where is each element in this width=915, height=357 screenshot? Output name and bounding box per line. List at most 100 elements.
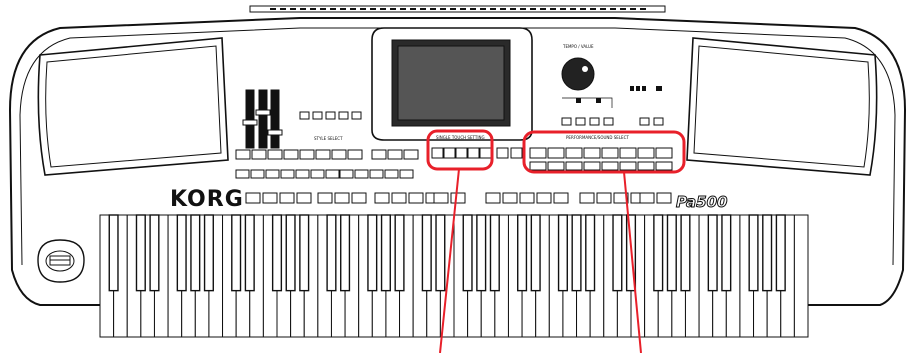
- black-key[interactable]: [557, 214, 568, 292]
- upper-small-button[interactable]: [603, 117, 614, 126]
- style-select-button[interactable]: [235, 149, 251, 160]
- style-select-button[interactable]: [399, 169, 414, 179]
- black-key[interactable]: [108, 214, 119, 292]
- performance-select-button[interactable]: [583, 147, 601, 159]
- style-select-button[interactable]: [267, 149, 283, 160]
- black-key[interactable]: [299, 214, 310, 292]
- upper-small-button[interactable]: [299, 111, 310, 120]
- black-key[interactable]: [517, 214, 528, 292]
- track-button[interactable]: [374, 192, 390, 204]
- black-key[interactable]: [231, 214, 242, 292]
- track-button[interactable]: [536, 192, 552, 204]
- style-select-button[interactable]: [331, 149, 347, 160]
- track-button[interactable]: [334, 192, 350, 204]
- style-select-button[interactable]: [283, 149, 299, 160]
- black-key[interactable]: [666, 214, 677, 292]
- black-key[interactable]: [530, 214, 541, 292]
- tempo-value-dial[interactable]: TEMPO / VALUE: [561, 44, 613, 108]
- black-key[interactable]: [680, 214, 691, 292]
- performance-select-button[interactable]: [637, 147, 655, 159]
- track-button[interactable]: [519, 192, 535, 204]
- upper-small-button[interactable]: [639, 117, 650, 126]
- style-select-button[interactable]: [315, 149, 331, 160]
- black-key[interactable]: [476, 214, 487, 292]
- utility-button[interactable]: [510, 147, 523, 159]
- style-select-button[interactable]: [295, 169, 310, 179]
- black-key[interactable]: [135, 214, 146, 292]
- style-select-button[interactable]: [310, 169, 325, 179]
- style-select-button[interactable]: [250, 169, 265, 179]
- track-button[interactable]: [596, 192, 612, 204]
- utility-button[interactable]: [496, 147, 509, 159]
- upper-small-button[interactable]: [312, 111, 323, 120]
- black-key[interactable]: [775, 214, 786, 292]
- track-button[interactable]: [296, 192, 312, 204]
- style-select-button[interactable]: [387, 149, 403, 160]
- black-key[interactable]: [489, 214, 500, 292]
- track-button[interactable]: [485, 192, 501, 204]
- performance-select-button[interactable]: [601, 147, 619, 159]
- style-select-button[interactable]: [265, 169, 280, 179]
- track-button[interactable]: [656, 192, 672, 204]
- joystick[interactable]: [37, 239, 85, 283]
- upper-small-button[interactable]: [561, 117, 572, 126]
- style-select-button[interactable]: [251, 149, 267, 160]
- style-select-button[interactable]: [403, 149, 419, 160]
- keyboard-keys[interactable]: [99, 214, 809, 338]
- black-key[interactable]: [612, 214, 623, 292]
- style-select-button[interactable]: [299, 149, 315, 160]
- black-key[interactable]: [271, 214, 283, 292]
- style-select-button[interactable]: [280, 169, 295, 179]
- track-button[interactable]: [450, 192, 466, 204]
- track-button[interactable]: [579, 192, 595, 204]
- track-button[interactable]: [391, 192, 407, 204]
- upper-small-button[interactable]: [653, 117, 664, 126]
- upper-small-button[interactable]: [338, 111, 349, 120]
- track-button[interactable]: [245, 192, 261, 204]
- style-select-button[interactable]: [371, 149, 387, 160]
- white-key[interactable]: [793, 214, 809, 338]
- performance-select-button[interactable]: [547, 147, 565, 159]
- track-button[interactable]: [502, 192, 518, 204]
- track-button[interactable]: [279, 192, 295, 204]
- style-select-button[interactable]: [347, 149, 363, 160]
- style-select-button[interactable]: [235, 169, 250, 179]
- track-button[interactable]: [408, 192, 424, 204]
- black-key[interactable]: [585, 214, 596, 292]
- upper-small-button[interactable]: [351, 111, 362, 120]
- style-select-button[interactable]: [325, 169, 340, 179]
- performance-select-button[interactable]: [655, 161, 673, 171]
- black-key[interactable]: [462, 214, 473, 292]
- track-button[interactable]: [317, 192, 333, 204]
- upper-small-button[interactable]: [575, 117, 586, 126]
- black-key[interactable]: [285, 214, 296, 292]
- black-key[interactable]: [748, 214, 759, 292]
- track-button[interactable]: [433, 192, 449, 204]
- black-key[interactable]: [203, 214, 214, 292]
- performance-select-button[interactable]: [583, 161, 601, 171]
- style-select-button[interactable]: [339, 169, 354, 179]
- performance-select-button[interactable]: [565, 147, 583, 159]
- black-key[interactable]: [721, 214, 732, 292]
- performance-select-button[interactable]: [619, 161, 637, 171]
- black-key[interactable]: [571, 214, 582, 292]
- single-touch-button[interactable]: [467, 147, 480, 159]
- track-button[interactable]: [553, 192, 569, 204]
- performance-select-button[interactable]: [529, 147, 547, 159]
- performance-select-button[interactable]: [619, 147, 637, 159]
- black-key[interactable]: [762, 214, 773, 292]
- performance-select-button[interactable]: [655, 147, 673, 159]
- style-select-button[interactable]: [384, 169, 399, 179]
- single-touch-button[interactable]: [479, 147, 492, 159]
- single-touch-button[interactable]: [455, 147, 468, 159]
- performance-select-button[interactable]: [529, 161, 547, 171]
- single-touch-button[interactable]: [443, 147, 456, 159]
- performance-select-button[interactable]: [547, 161, 565, 171]
- black-key[interactable]: [707, 214, 718, 292]
- performance-select-button[interactable]: [565, 161, 583, 171]
- upper-small-button[interactable]: [325, 111, 336, 120]
- black-key[interactable]: [340, 214, 351, 292]
- black-key[interactable]: [149, 214, 160, 292]
- black-key[interactable]: [367, 214, 378, 292]
- black-key[interactable]: [421, 214, 432, 292]
